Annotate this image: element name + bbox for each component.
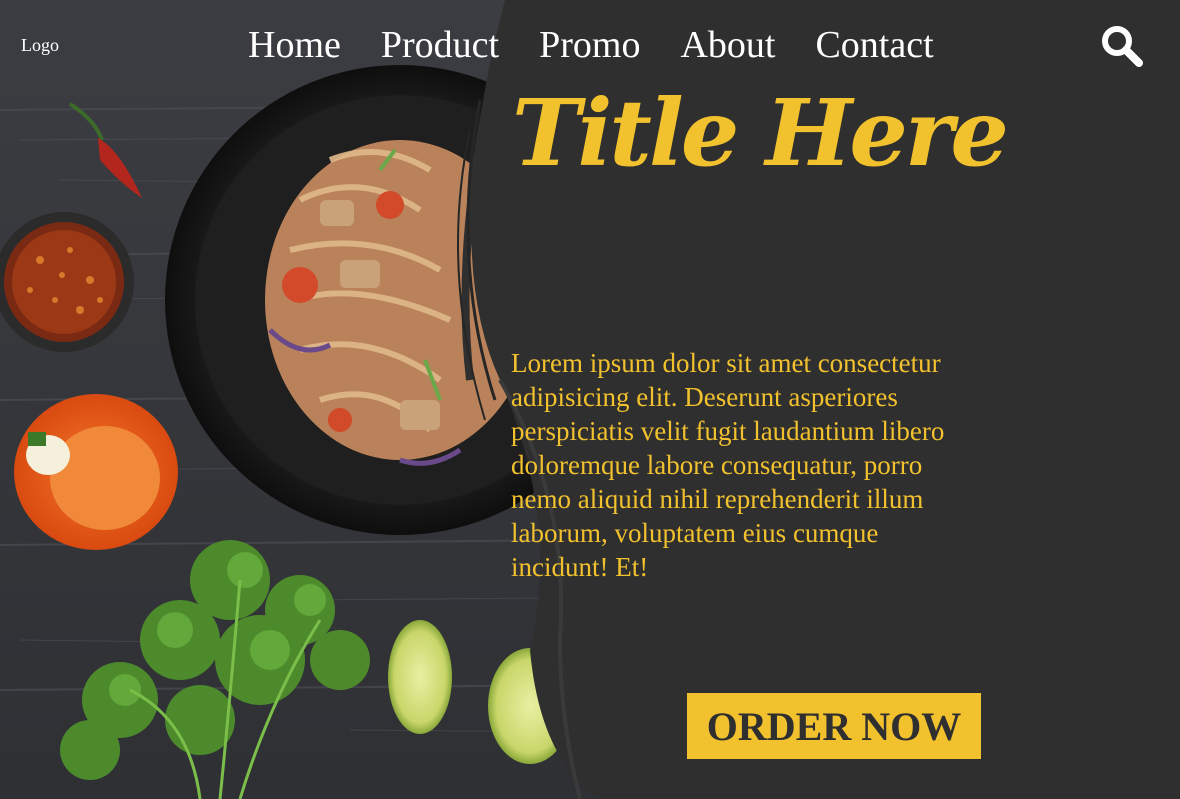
nav-promo-link[interactable]: Promo — [539, 22, 640, 68]
logo[interactable]: Logo — [21, 35, 59, 56]
navbar: Logo Home Product Promo About Contact — [0, 0, 1180, 90]
search-icon[interactable] — [1100, 24, 1144, 68]
landing-page: Logo Home Product Promo About Contact Ti… — [0, 0, 1180, 799]
hero-title: Title Here — [512, 79, 1009, 187]
hero-food-image — [0, 0, 600, 799]
main-nav: Home Product Promo About Contact — [248, 22, 934, 68]
nav-product-link[interactable]: Product — [381, 22, 499, 68]
hero-description: Lorem ipsum dolor sit amet consectetur a… — [511, 348, 945, 582]
nav-about-link[interactable]: About — [680, 22, 775, 68]
nav-home-link[interactable]: Home — [248, 22, 341, 68]
nav-contact-link[interactable]: Contact — [815, 22, 933, 68]
order-now-button[interactable]: ORDER NOW — [687, 693, 981, 759]
